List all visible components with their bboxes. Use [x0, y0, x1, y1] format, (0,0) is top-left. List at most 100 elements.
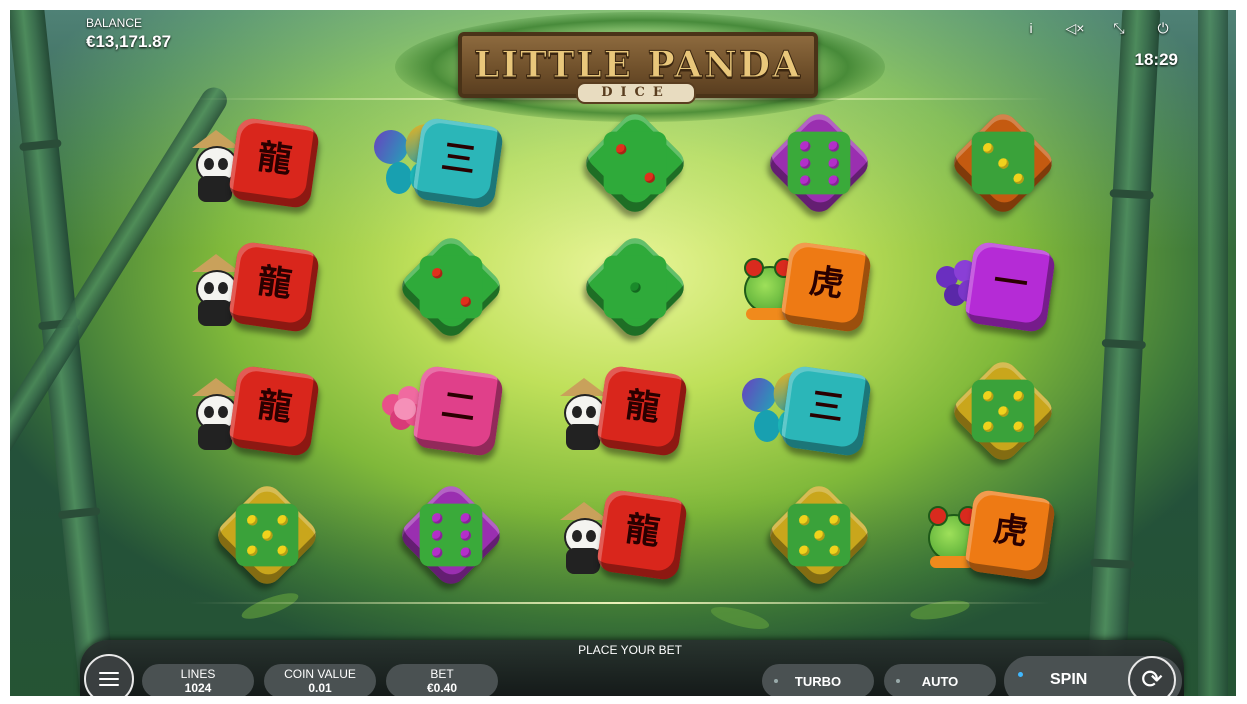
glyph-die-icon: 虎 — [963, 488, 1057, 582]
spin-button[interactable]: ⟳ — [1128, 656, 1176, 696]
panda-body — [566, 424, 600, 450]
pip-icon — [800, 158, 811, 169]
reel-symbol: 龍 — [556, 488, 706, 598]
pip-icon — [460, 530, 471, 541]
die-icon — [947, 107, 1059, 219]
bet-label: BET — [430, 667, 454, 681]
pip-icon — [828, 158, 839, 169]
pip-icon — [998, 158, 1009, 169]
coin-value-selector[interactable]: COIN VALUE 0.01 — [264, 664, 376, 696]
pip-icon — [800, 140, 811, 152]
glyph-die-icon: 龍 — [595, 488, 689, 582]
reel-symbol — [556, 231, 706, 350]
die-glyph: 龍 — [255, 384, 295, 429]
pip-icon — [630, 282, 641, 293]
pip-icon — [828, 140, 839, 152]
die-glyph: 龍 — [255, 260, 295, 305]
die-icon — [579, 107, 691, 219]
lines-selector[interactable]: LINES 1024 — [142, 664, 254, 696]
peony-petal — [394, 398, 416, 420]
pip-icon — [1013, 173, 1024, 184]
lines-label: LINES — [180, 667, 216, 681]
turbo-label: TURBO — [794, 673, 842, 689]
pip-icon — [432, 530, 443, 541]
die-face — [603, 131, 667, 195]
die-glyph: 三 — [439, 136, 479, 181]
die-icon — [579, 231, 691, 343]
panda-eye — [586, 530, 596, 542]
die-glyph: 一 — [991, 260, 1031, 305]
die-icon — [763, 479, 875, 591]
pip-icon — [247, 545, 258, 556]
glyph-die-icon: 龍 — [227, 116, 321, 210]
pip-icon — [828, 175, 839, 187]
reel-symbol: 三 — [737, 364, 890, 474]
die-icon — [395, 479, 507, 591]
panda-eye — [204, 282, 214, 294]
pip-icon — [799, 545, 810, 556]
bet-selector[interactable]: BET €0.40 — [386, 664, 498, 696]
pip-icon — [800, 175, 811, 187]
butterfly-wing — [386, 162, 412, 194]
frog-eye — [744, 258, 764, 278]
reel-symbol — [740, 107, 890, 226]
status-message: PLACE YOUR BET — [578, 643, 682, 657]
reel-symbol: 三 — [369, 116, 522, 226]
pip-icon — [277, 545, 288, 556]
menu-button[interactable] — [84, 654, 134, 696]
glyph-die-icon: 二 — [411, 364, 505, 458]
die-face — [971, 131, 1035, 195]
die-icon — [395, 231, 507, 343]
reel-symbol: 龍 — [188, 240, 338, 350]
glyph-die-icon: 三 — [779, 364, 873, 458]
glyph-die-icon: 龍 — [227, 364, 321, 458]
die-face — [235, 503, 299, 567]
pip-icon — [460, 547, 471, 559]
pip-icon — [799, 515, 810, 526]
reel-symbol: 虎 — [924, 488, 1074, 598]
die-glyph: 三 — [807, 384, 847, 429]
reel-symbol: 龍 — [188, 364, 338, 474]
pip-icon — [983, 143, 994, 154]
coin-value-label: COIN VALUE — [284, 667, 356, 681]
panda-eye — [218, 158, 228, 170]
reel-symbol — [924, 107, 1074, 226]
panda-eye — [204, 406, 214, 418]
spin-label: SPIN — [1050, 671, 1088, 688]
die-glyph: 龍 — [255, 136, 295, 181]
die-face — [787, 131, 851, 195]
die-face — [419, 255, 483, 319]
reel-symbol — [372, 231, 522, 350]
pip-icon — [998, 406, 1009, 417]
die-face — [787, 503, 851, 567]
game-stage: BALANCE €13,171.87 i ◁× ⤡ ⏻ 18:29 LITTLE… — [10, 10, 1236, 696]
panda-body — [566, 548, 600, 574]
die-glyph: 龍 — [623, 384, 663, 429]
reel-symbol — [556, 107, 706, 226]
glyph-die-icon: 龍 — [227, 240, 321, 334]
die-icon — [947, 355, 1059, 467]
turbo-button[interactable]: TURBO — [762, 664, 874, 696]
die-face — [971, 379, 1035, 443]
pip-icon — [644, 172, 655, 183]
panda-body — [198, 176, 232, 202]
pip-icon — [983, 391, 994, 402]
pip-icon — [262, 530, 273, 541]
pip-icon — [829, 545, 840, 556]
die-glyph: 虎 — [991, 508, 1031, 553]
turbo-indicator — [774, 679, 778, 683]
die-icon — [211, 479, 323, 591]
auto-indicator — [896, 679, 900, 683]
die-glyph: 虎 — [807, 260, 847, 305]
reel-symbol: 一 — [924, 240, 1074, 350]
panda-eye — [572, 530, 582, 542]
auto-button[interactable]: AUTO — [884, 664, 996, 696]
butterfly-wing — [754, 410, 780, 442]
pip-icon — [814, 530, 825, 541]
reel-symbol: 虎 — [740, 240, 890, 350]
reel-symbol — [372, 479, 522, 598]
die-glyph: 龍 — [623, 508, 663, 553]
panda-eye — [218, 282, 228, 294]
coin-value-value: 0.01 — [308, 681, 332, 695]
pip-icon — [247, 515, 258, 526]
